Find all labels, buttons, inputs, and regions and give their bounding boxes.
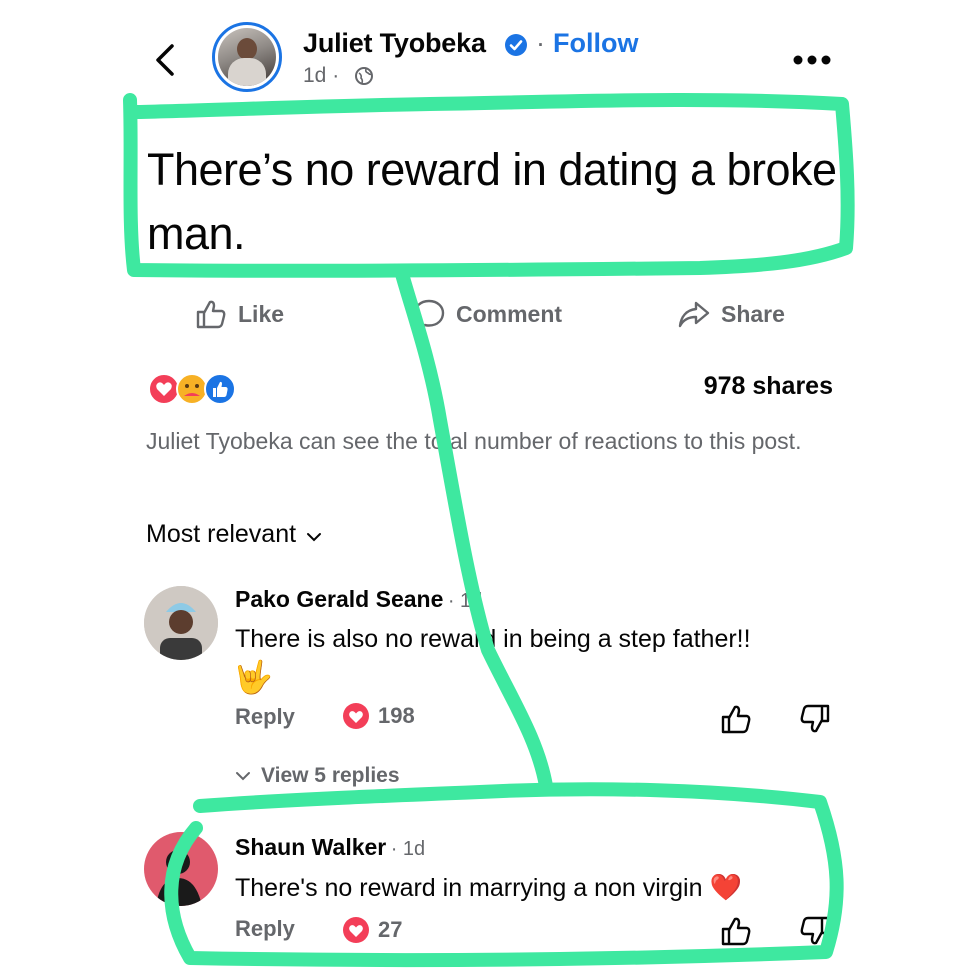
connector-line — [395, 267, 553, 793]
comment-text-body: There's no reward in marrying a non virg… — [235, 874, 703, 902]
comment-reaction-count[interactable]: 198 — [342, 702, 415, 730]
share-label: Share — [721, 300, 785, 327]
author-avatar[interactable] — [212, 22, 282, 92]
heart-emoji: ❤️ — [709, 872, 742, 902]
reaction-count-label: 198 — [378, 703, 415, 728]
follow-button[interactable]: Follow — [553, 28, 638, 59]
globe-icon — [355, 67, 373, 85]
avatar-photo — [144, 832, 218, 906]
post-text: There’s no reward in dating a broke man. — [147, 144, 837, 259]
rock-on-emoji: 🤟 — [233, 659, 273, 695]
author-name[interactable]: Juliet Tyobeka — [303, 28, 486, 59]
comment-time: · 1d — [390, 838, 426, 860]
reply-button[interactable]: Reply — [235, 704, 295, 730]
share-button[interactable]: Share — [677, 296, 785, 332]
thumbs-up-icon[interactable] — [719, 914, 753, 948]
thumbs-up-icon — [196, 300, 226, 329]
comment-sort-dropdown[interactable]: Most relevant — [146, 520, 322, 549]
comment-text: There is also no reward in being a step … — [235, 625, 751, 653]
heart-icon — [343, 917, 369, 943]
comment-header: Shaun Walker · 1d — [235, 834, 425, 861]
comment-button[interactable]: Comment — [412, 296, 562, 332]
commenter-name[interactable]: Shaun Walker — [235, 834, 386, 860]
back-chevron-icon[interactable] — [150, 40, 180, 80]
chevron-down-icon — [307, 532, 322, 541]
comment-bubble-icon — [413, 299, 445, 330]
avatar-photo — [144, 586, 218, 660]
post-timestamp[interactable]: 1d · — [303, 64, 339, 88]
more-icon[interactable] — [792, 54, 832, 66]
author-avatar-photo — [218, 28, 276, 86]
like-button[interactable]: Like — [194, 296, 284, 332]
thumbs-down-icon[interactable] — [798, 914, 832, 948]
thumbs-up-icon[interactable] — [719, 702, 753, 736]
commenter-name[interactable]: Pako Gerald Seane — [235, 586, 443, 612]
love-reaction-icon — [148, 373, 180, 405]
comment-time: · 1d — [447, 590, 483, 612]
commenter-avatar[interactable] — [144, 832, 218, 906]
reaction-count-label: 27 — [378, 917, 403, 942]
reactions-notice: Juliet Tyobeka can see the total number … — [146, 428, 802, 454]
comment-text: There's no reward in marrying a non virg… — [235, 870, 835, 905]
share-arrow-icon — [678, 301, 710, 328]
view-replies-button[interactable]: View 5 replies — [235, 764, 400, 788]
sort-label: Most relevant — [146, 520, 297, 548]
comment-reaction-count[interactable]: 27 — [342, 916, 402, 944]
share-count[interactable]: 978 shares — [704, 372, 833, 401]
reply-button[interactable]: Reply — [235, 916, 295, 942]
like-label: Like — [238, 300, 285, 327]
comment-header: Pako Gerald Seane · 1d — [235, 586, 482, 613]
view-replies-label: View 5 replies — [261, 764, 400, 787]
like-reaction-icon — [204, 373, 236, 405]
commenter-avatar[interactable] — [144, 586, 218, 660]
header-separator: · — [536, 28, 545, 58]
chevron-down-icon — [236, 772, 250, 781]
reaction-summary[interactable] — [147, 372, 237, 406]
verified-badge-icon — [505, 34, 527, 56]
thumbs-down-icon[interactable] — [798, 702, 832, 736]
care-reaction-icon — [176, 373, 208, 405]
comment-label: Comment — [456, 300, 563, 327]
heart-icon — [343, 703, 369, 729]
